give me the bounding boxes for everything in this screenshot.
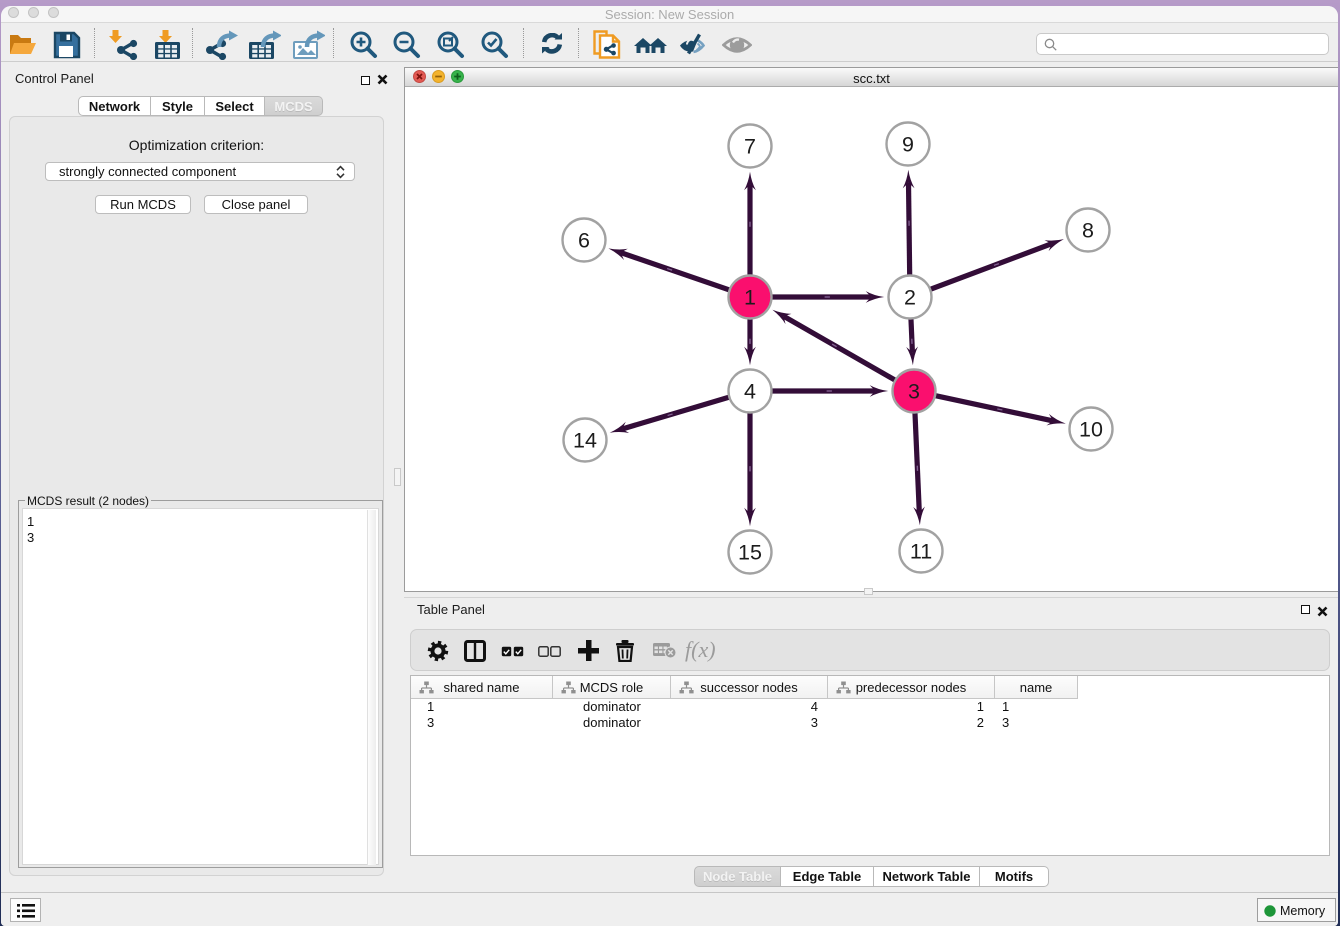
svg-text:2: 2 (904, 286, 916, 310)
svg-text:7: 7 (744, 135, 756, 159)
svg-text:6: 6 (578, 229, 590, 253)
svg-text:14: 14 (573, 429, 597, 453)
svg-text:10: 10 (1079, 418, 1103, 442)
svg-text:3: 3 (908, 380, 920, 404)
svg-text:9: 9 (902, 133, 914, 157)
svg-text:15: 15 (738, 541, 762, 565)
svg-text:11: 11 (910, 540, 932, 564)
svg-text:4: 4 (744, 380, 756, 404)
svg-text:8: 8 (1082, 219, 1094, 243)
svg-text:1: 1 (744, 286, 756, 310)
